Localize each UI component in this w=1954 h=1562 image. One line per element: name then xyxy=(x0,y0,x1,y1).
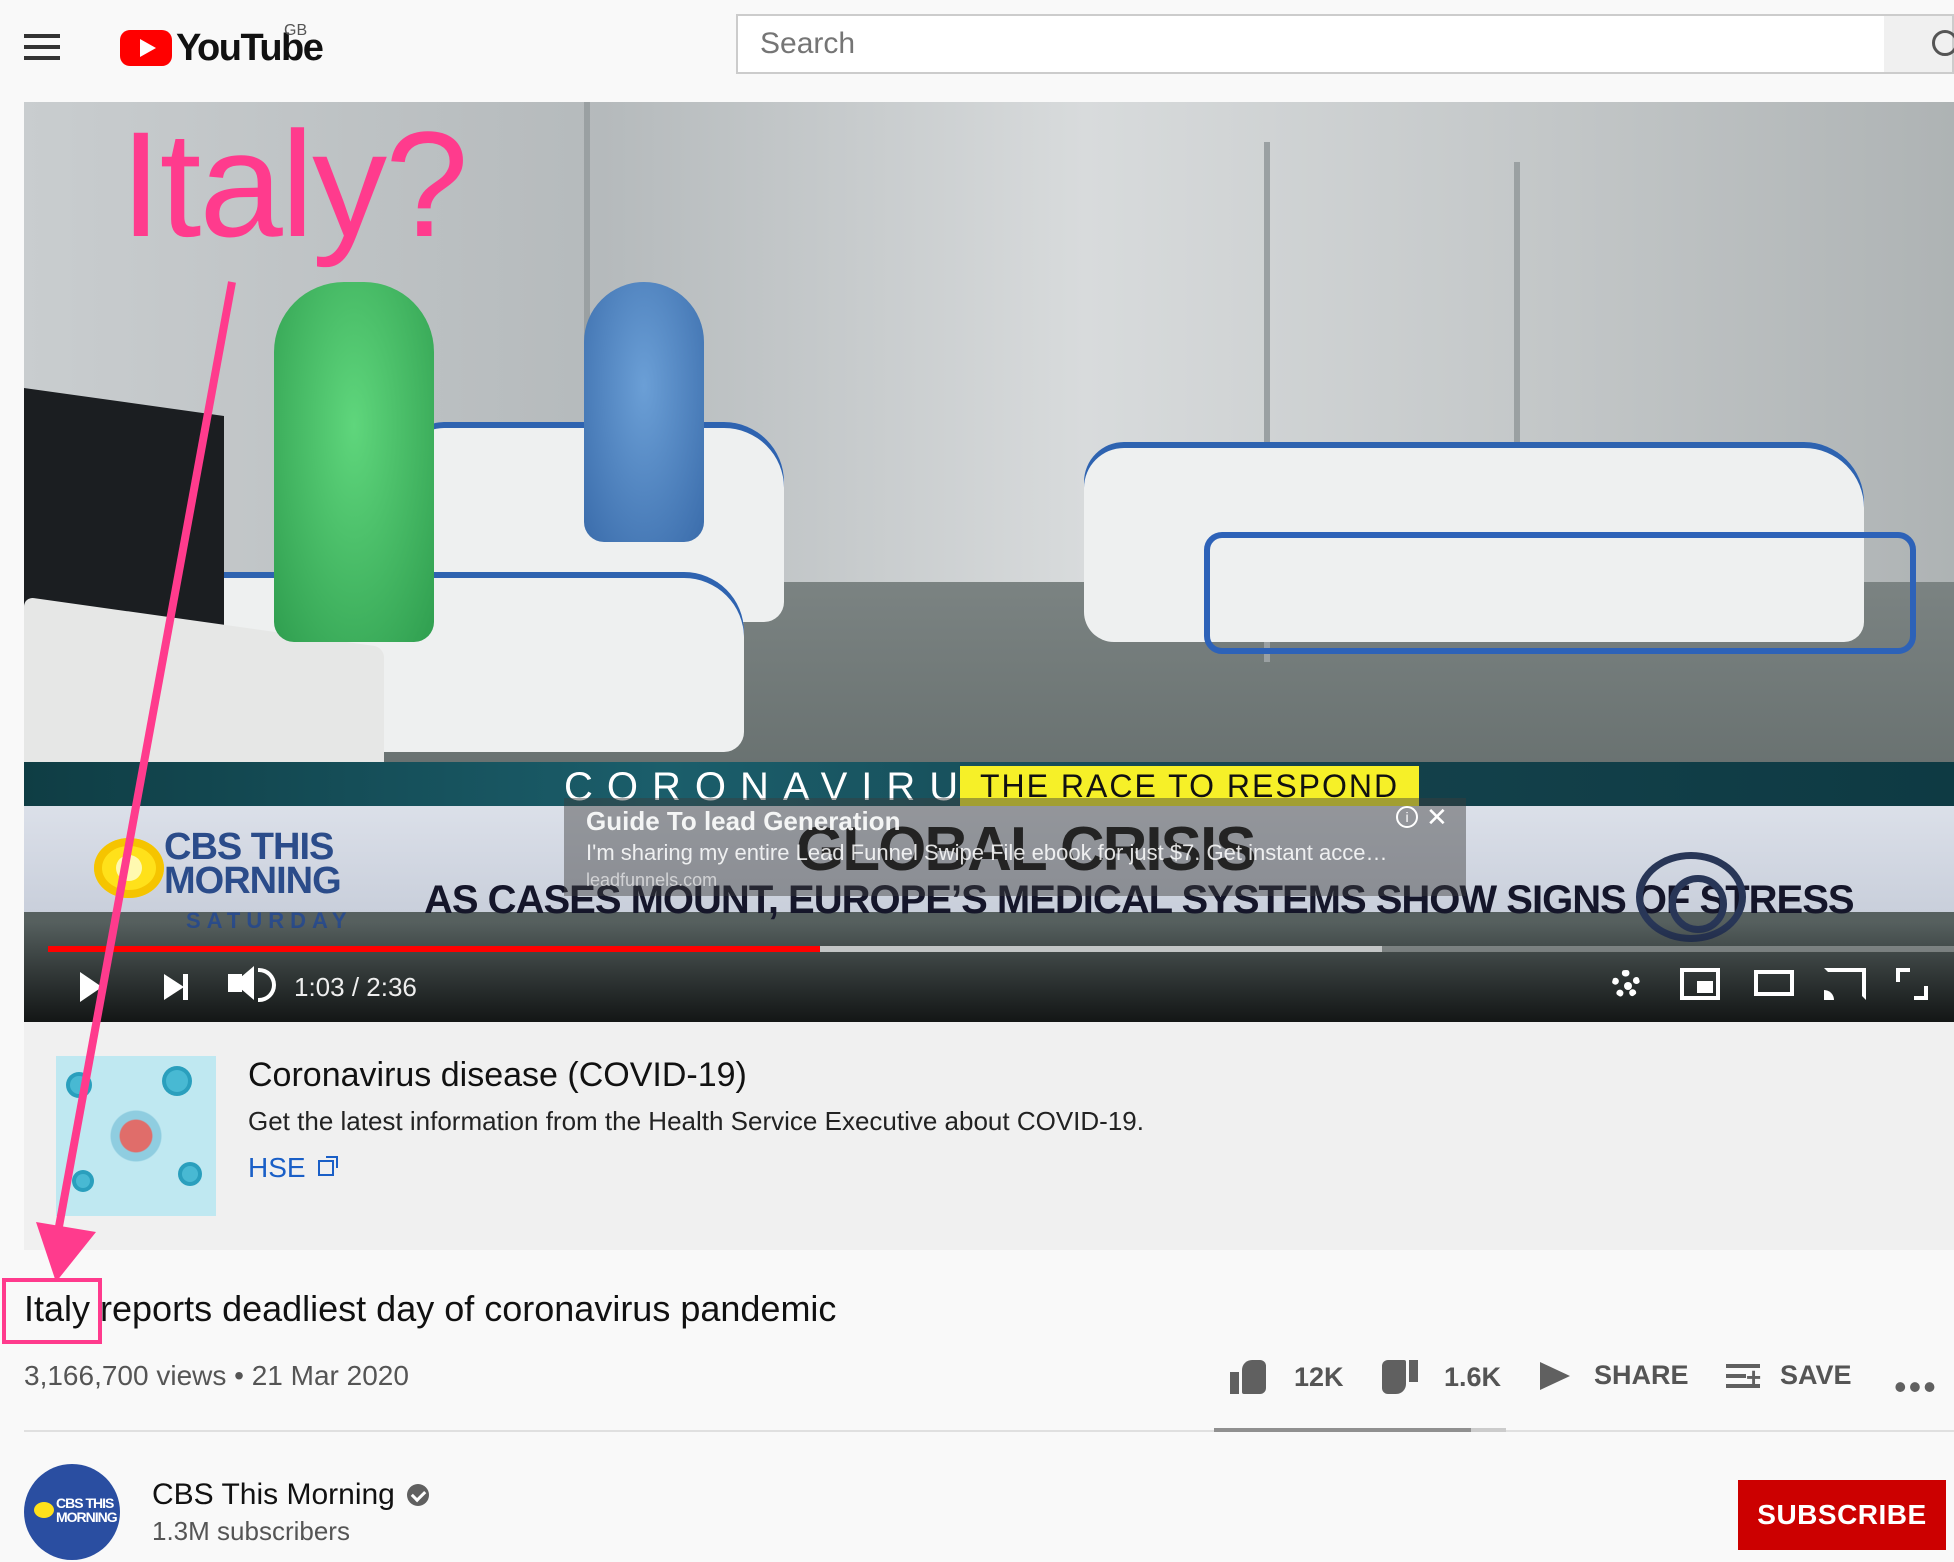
share-button[interactable]: SHARE xyxy=(1540,1360,1689,1391)
like-button[interactable]: 12K xyxy=(1230,1360,1344,1394)
sentiment-bar xyxy=(1214,1428,1506,1432)
search-input[interactable] xyxy=(738,16,1882,72)
search-icon[interactable] xyxy=(1884,14,1954,74)
section-divider xyxy=(24,1430,1954,1432)
save-button[interactable]: SAVE xyxy=(1726,1360,1852,1393)
theater-mode-icon[interactable] xyxy=(1754,970,1794,996)
youtube-logo[interactable]: YouTube GB xyxy=(120,22,324,70)
ad-description[interactable]: I'm sharing my entire Lead Funnel Swipe … xyxy=(586,840,1446,866)
ad-close-icon[interactable]: ✕ xyxy=(1426,804,1448,830)
share-label: SHARE xyxy=(1594,1360,1689,1390)
cast-icon[interactable] xyxy=(1824,968,1866,1000)
medic-blue-gown xyxy=(584,282,704,542)
search-box xyxy=(736,14,1886,74)
fullscreen-icon[interactable] xyxy=(1896,968,1928,1000)
covid-info-panel: Coronavirus disease (COVID-19) Get the l… xyxy=(24,1022,1954,1250)
time-display: 1:03 / 2:36 xyxy=(294,972,417,1002)
virus-thumbnail xyxy=(56,1056,216,1216)
ad-info-icon[interactable]: i xyxy=(1396,806,1418,828)
video-meta: 3,166,700 views • 21 Mar 2020 xyxy=(24,1360,409,1391)
cbs-eye-icon xyxy=(94,838,164,898)
dislike-count: 1.6K xyxy=(1444,1361,1502,1392)
play-icon[interactable] xyxy=(80,972,102,1002)
cbs-eye-icon xyxy=(34,1502,54,1518)
sentiment-likes xyxy=(1214,1428,1471,1432)
bed-frame xyxy=(1204,532,1916,654)
ad-url[interactable]: leadfunnels.com xyxy=(586,870,717,891)
save-label: SAVE xyxy=(1780,1360,1852,1390)
share-arrow-icon xyxy=(1540,1361,1570,1390)
next-icon[interactable] xyxy=(164,974,188,1000)
played-bar xyxy=(48,946,820,952)
like-count: 12K xyxy=(1294,1361,1344,1392)
more-actions-icon[interactable]: ••• xyxy=(1894,1366,1938,1408)
channel-name-label: CBS This Morning xyxy=(152,1478,395,1511)
channel-avatar[interactable]: CBS THIS MORNING xyxy=(24,1464,120,1560)
miniplayer-icon[interactable] xyxy=(1680,968,1720,1000)
hse-link-label: HSE xyxy=(248,1152,306,1183)
country-code: GB xyxy=(284,22,308,39)
virus-particle xyxy=(166,1070,188,1092)
masthead: YouTube GB xyxy=(0,0,1954,100)
subscribe-button[interactable]: SUBSCRIBE xyxy=(1738,1480,1946,1550)
dislike-button[interactable]: 1.6K xyxy=(1380,1360,1501,1394)
volume-icon[interactable] xyxy=(228,966,276,1002)
logo-line: MORNING xyxy=(164,860,342,902)
annotation-highlight-box xyxy=(2,1278,102,1344)
youtube-play-icon xyxy=(120,30,172,66)
hse-link[interactable]: HSE xyxy=(248,1152,338,1184)
ad-title[interactable]: Guide To lead Generation xyxy=(586,806,900,837)
playlist-add-icon xyxy=(1726,1362,1761,1393)
channel-name[interactable]: CBS This Morning xyxy=(152,1478,429,1512)
info-panel-title: Coronavirus disease (COVID-19) xyxy=(248,1056,747,1094)
settings-gear-icon[interactable] xyxy=(1612,970,1640,998)
medic-green-gown xyxy=(274,282,434,642)
video-title: Italy reports deadliest day of coronavir… xyxy=(24,1288,837,1329)
progress-bar[interactable] xyxy=(48,946,1954,952)
video-player[interactable]: Italy? CORONAVIRUS THE RACE TO RESPOND C… xyxy=(24,102,1954,1022)
info-panel-description: Get the latest information from the Heal… xyxy=(248,1106,1144,1136)
thumbs-up-icon xyxy=(1230,1360,1268,1394)
thumbs-down-icon xyxy=(1380,1360,1418,1394)
virus-particle xyxy=(70,1076,88,1094)
overlay-ad[interactable]: Guide To lead Generation I'm sharing my … xyxy=(564,798,1466,896)
annotation-question: Italy? xyxy=(120,102,469,268)
external-link-icon xyxy=(317,1156,338,1176)
subscriber-count: 1.3M subscribers xyxy=(152,1516,350,1546)
virus-particle xyxy=(182,1166,198,1182)
verified-check-icon xyxy=(406,1484,429,1506)
menu-icon[interactable] xyxy=(24,30,72,70)
virus-particle xyxy=(76,1174,90,1188)
avatar-text: CBS THIS MORNING xyxy=(56,1495,118,1525)
